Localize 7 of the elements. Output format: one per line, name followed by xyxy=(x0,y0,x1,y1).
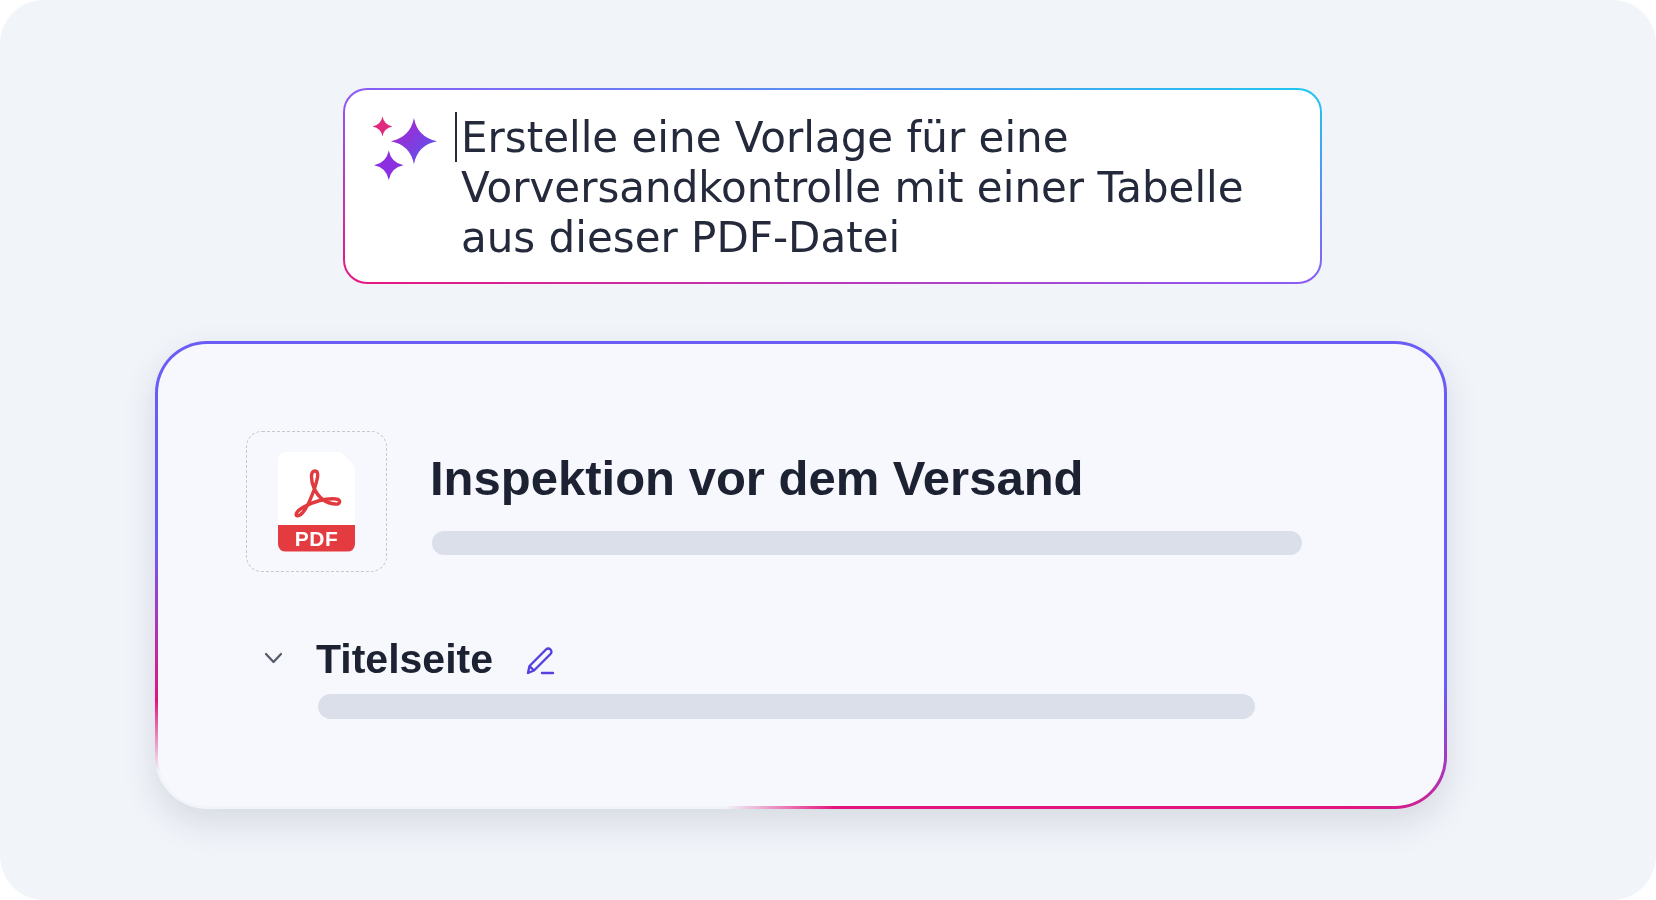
document-title: Inspektion vor dem Versand xyxy=(430,449,1084,507)
pencil-icon[interactable] xyxy=(525,644,555,676)
sparkle-icon xyxy=(372,116,437,181)
prompt-field[interactable]: Erstelle eine Vorlage für eine Vorversandkontrolle mit einer Tabelle aus dieser PDF-Datei xyxy=(343,88,1322,284)
chevron-down-icon[interactable] xyxy=(264,652,283,664)
file-type-label: PDF xyxy=(278,524,355,552)
section-title: Titelseite xyxy=(316,635,493,683)
